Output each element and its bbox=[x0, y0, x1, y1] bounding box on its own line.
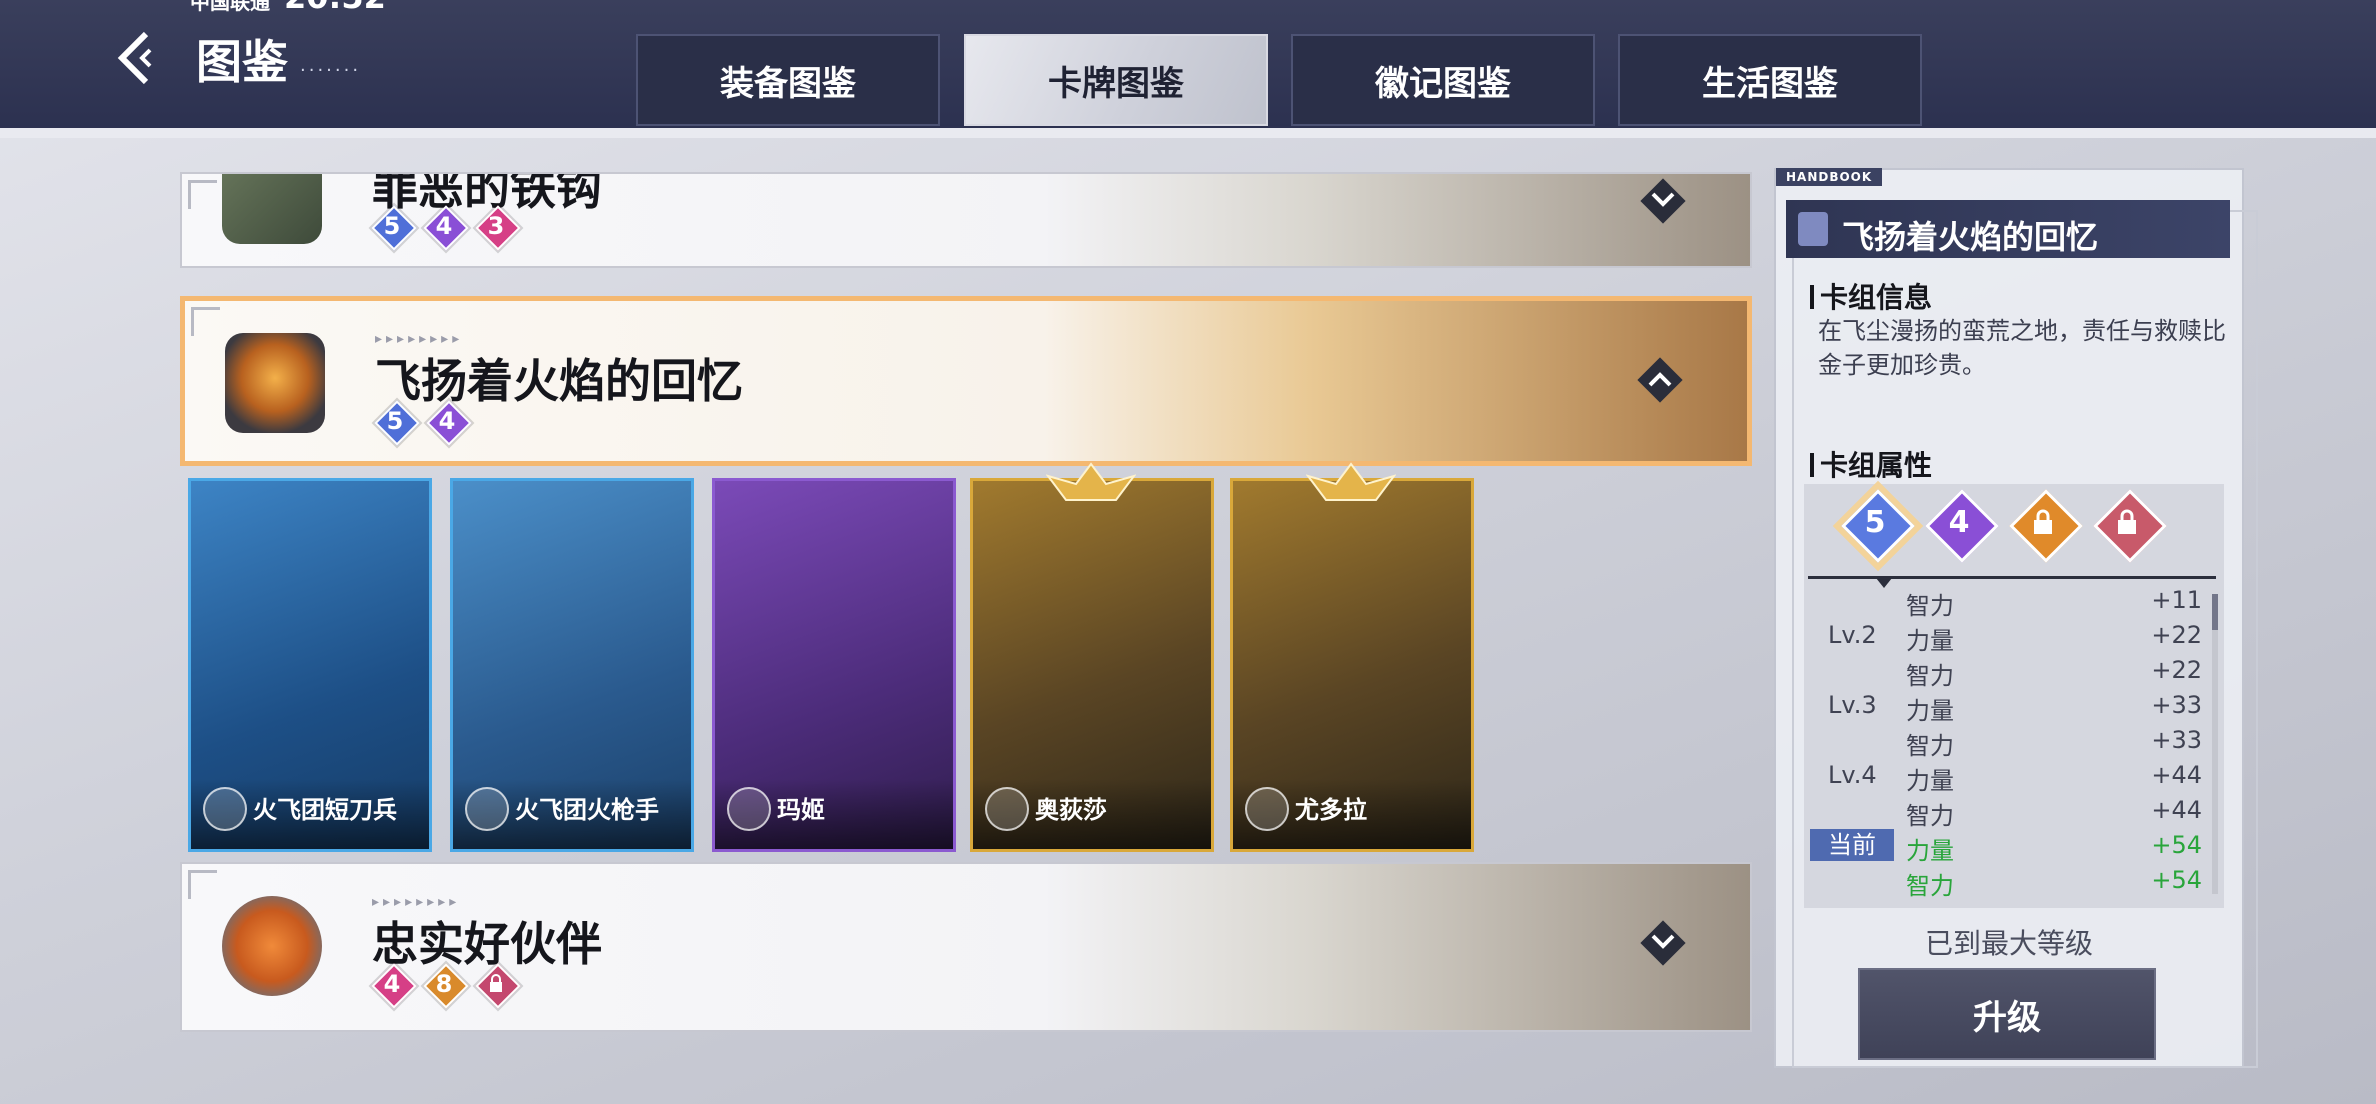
lock-icon bbox=[475, 963, 521, 1009]
attributes-divider bbox=[1808, 576, 2216, 579]
card-name: 火飞团火枪手 bbox=[515, 795, 659, 824]
deck-corner-decoration bbox=[188, 180, 217, 209]
card-name: 玛姬 bbox=[777, 795, 825, 824]
card-type-icon bbox=[727, 787, 771, 831]
tier-selector: 5 4 bbox=[1840, 488, 2167, 563]
attribute-row-current: 智力 +54 bbox=[1906, 866, 2202, 900]
tier-5-button[interactable]: 5 bbox=[1840, 488, 1915, 563]
page-title: 图鉴 bbox=[196, 35, 288, 89]
lock-icon bbox=[2118, 509, 2136, 534]
tab-emblems[interactable]: 徽记图鉴 bbox=[1291, 34, 1595, 126]
page-title-decoration: ······· bbox=[300, 60, 362, 81]
card-tile[interactable]: 火飞团火枪手 bbox=[450, 478, 694, 852]
panel-title: 飞扬着火焰的回忆 bbox=[1842, 218, 2099, 256]
hook-deck-icon bbox=[222, 174, 322, 244]
collar-deck-icon bbox=[222, 896, 322, 996]
card-name: 尤多拉 bbox=[1295, 795, 1367, 824]
card-name: 奥荻莎 bbox=[1035, 795, 1107, 824]
deck-badge: 4 bbox=[371, 963, 417, 1009]
card-type-icon bbox=[985, 787, 1029, 831]
card-tile-locked[interactable]: 尤多拉 bbox=[1230, 478, 1474, 852]
deck-badge: 4 bbox=[423, 205, 469, 251]
handbook-tag: HANDBOOK bbox=[1776, 168, 1883, 186]
tab-cards[interactable]: 卡牌图鉴 bbox=[964, 34, 1268, 126]
deck-badge: 5 bbox=[374, 400, 420, 446]
top-bar-divider bbox=[0, 128, 2376, 138]
deck-corner-decoration bbox=[188, 870, 217, 899]
deck-badge: 4 bbox=[426, 400, 472, 446]
card-type-icon bbox=[465, 787, 509, 831]
attribute-row: Lv.2 力量 +22 bbox=[1828, 621, 2202, 655]
deck-badges: 5 4 3 bbox=[371, 205, 521, 251]
chevron-down-icon[interactable] bbox=[1636, 174, 1690, 228]
card-tile-locked[interactable]: 奥荻莎 bbox=[970, 478, 1214, 852]
chevron-up-icon[interactable] bbox=[1633, 353, 1687, 407]
back-arrow-icon bbox=[117, 31, 152, 85]
attribute-row-current: 当前 力量 +54 bbox=[1808, 829, 2208, 865]
deck-corner-decoration bbox=[191, 307, 220, 336]
deck-description: 在飞尘漫扬的蛮荒之地，责任与救赎比金子更加珍贵。 bbox=[1818, 317, 2226, 379]
back-button[interactable] bbox=[110, 28, 160, 88]
attribute-row: 智力 +11 bbox=[1906, 586, 2202, 620]
card-type-icon bbox=[1245, 787, 1289, 831]
deck-attributes-heading: 卡组属性 bbox=[1810, 444, 1932, 484]
attribute-row: Lv.3 力量 +33 bbox=[1828, 691, 2202, 725]
deck-info-heading: 卡组信息 bbox=[1810, 276, 1932, 316]
lock-icon bbox=[2034, 509, 2052, 534]
deck-badge: 8 bbox=[423, 963, 469, 1009]
attribute-row: 智力 +33 bbox=[1906, 726, 2202, 760]
status-carrier: 中国联通 bbox=[190, 0, 270, 14]
deck-badges: 4 8 bbox=[371, 963, 521, 1009]
deck-badges: 5 4 bbox=[374, 400, 472, 446]
deck-row-flame-memory[interactable]: ▸▸▸▸▸▸▸▸ 飞扬着火焰的回忆 5 4 bbox=[180, 296, 1752, 466]
card-deck-icon bbox=[1798, 212, 1828, 246]
card-name: 火飞团短刀兵 bbox=[253, 795, 397, 824]
max-level-text: 已到最大等级 bbox=[1924, 927, 2093, 960]
card-tile[interactable]: 玛姬 bbox=[712, 478, 956, 852]
status-time: 20:52 bbox=[284, 0, 386, 16]
gold-crown-icon bbox=[1306, 462, 1396, 501]
flame-deck-icon bbox=[225, 333, 325, 433]
attribute-list[interactable]: 智力 +11 Lv.2 力量 +22 智力 +22 Lv.3 力量 +33 智力 +33 Lv… bbox=[1808, 584, 2208, 900]
attribute-row: Lv.4 力量 +44 bbox=[1828, 761, 2202, 795]
deck-badge: 3 bbox=[475, 205, 521, 251]
deck-row-hook[interactable]: 罪恶的铁钩 5 4 3 bbox=[180, 172, 1752, 268]
attribute-scroll-thumb[interactable] bbox=[2212, 594, 2218, 630]
chevron-down-icon[interactable] bbox=[1636, 916, 1690, 970]
tier-4-button[interactable]: 4 bbox=[1924, 488, 1999, 563]
tab-life[interactable]: 生活图鉴 bbox=[1618, 34, 1922, 126]
deck-row-loyal-partner[interactable]: ▸▸▸▸▸▸▸▸ 忠实好伙伴 4 8 bbox=[180, 862, 1752, 1032]
locked-tier-button[interactable] bbox=[2008, 488, 2083, 563]
card-tile[interactable]: 火飞团短刀兵 bbox=[188, 478, 432, 852]
deck-badge: 5 bbox=[371, 205, 417, 251]
attribute-row: 智力 +44 bbox=[1906, 796, 2202, 830]
gold-crown-icon bbox=[1046, 462, 1136, 501]
card-type-icon bbox=[203, 787, 247, 831]
locked-tier-button[interactable] bbox=[2092, 488, 2167, 563]
attribute-row: 智力 +22 bbox=[1906, 656, 2202, 690]
tab-equipment[interactable]: 装备图鉴 bbox=[636, 34, 940, 126]
current-level-badge: 当前 bbox=[1810, 829, 1894, 861]
attribute-scrollbar[interactable] bbox=[2212, 594, 2218, 894]
upgrade-button[interactable]: 升级 bbox=[1858, 968, 2156, 1060]
